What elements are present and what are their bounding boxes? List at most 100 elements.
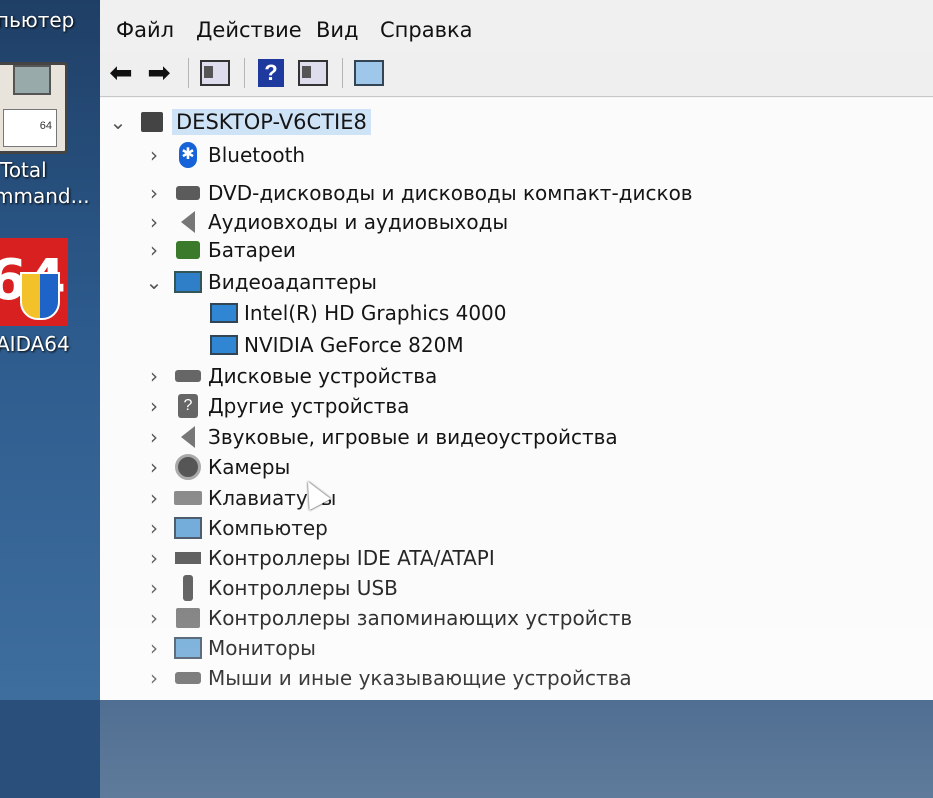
tree-item-label: Батареи: [208, 238, 296, 262]
chevron-right-icon[interactable]: ›: [144, 636, 164, 660]
action-pane-icon: [298, 60, 328, 86]
disk-drive-icon: [174, 364, 202, 388]
desktop-icon-label-computer[interactable]: пьютер: [0, 8, 74, 32]
display-adapter-icon: [174, 270, 202, 294]
tree-category-sound-video[interactable]: › Звуковые, игровые и видеоустройства: [144, 423, 618, 451]
device-manager-window: Файл Действие Вид Справка ⬅ ➡ ? ⌄ DESKTO…: [100, 0, 933, 798]
toolbar-separator: [342, 58, 343, 88]
device-tree[interactable]: ⌄ DESKTOP-V6CTIE8 › ✱ Bluetooth › DVD-ди…: [100, 98, 933, 798]
properties-icon: [200, 60, 230, 86]
tree-item-label: Мониторы: [208, 636, 316, 660]
mouse-icon: [174, 666, 202, 690]
bluetooth-icon: ✱: [174, 142, 202, 168]
back-icon: ⬅: [109, 57, 133, 88]
tree-category-computer[interactable]: › Компьютер: [144, 514, 328, 542]
tree-category-display-adapters[interactable]: ⌄ Видеоадаптеры: [144, 268, 377, 296]
chevron-right-icon[interactable]: ›: [144, 516, 164, 540]
tree-category-batteries[interactable]: › Батареи: [144, 236, 296, 264]
tree-item-label: Дисковые устройства: [208, 364, 438, 388]
tree-category-mice[interactable]: › Мыши и иные указывающие устройства: [144, 664, 632, 692]
properties-button[interactable]: [200, 58, 230, 88]
speaker-icon: [174, 210, 202, 234]
menu-help[interactable]: Справка: [380, 18, 473, 42]
floppy-label: 64: [3, 109, 57, 147]
computer-icon: [174, 516, 202, 540]
tree-root[interactable]: ⌄ DESKTOP-V6CTIE8: [108, 108, 371, 136]
tree-device-nvidia[interactable]: NVIDIA GeForce 820M: [210, 331, 464, 359]
speaker-icon: [174, 425, 202, 449]
tree-item-label: Камеры: [208, 455, 291, 479]
toolbar-separator: [188, 58, 189, 88]
tree-item-label: Bluetooth: [208, 143, 306, 167]
toolbar: ⬅ ➡ ?: [100, 52, 933, 97]
chevron-right-icon[interactable]: ›: [144, 666, 164, 690]
chevron-right-icon[interactable]: ›: [144, 455, 164, 479]
unknown-device-icon: ?: [174, 394, 202, 418]
tree-category-cameras[interactable]: › Камеры: [144, 453, 290, 481]
floppy-label-text: 64: [39, 120, 52, 132]
scan-hardware-icon: [354, 60, 384, 86]
tree-item-label: Звуковые, игровые и видеоустройства: [208, 425, 618, 449]
chevron-right-icon[interactable]: ›: [144, 394, 164, 418]
dvd-drive-icon: [174, 181, 202, 205]
help-button[interactable]: ?: [256, 58, 286, 88]
tree-category-monitors[interactable]: › Мониторы: [144, 634, 316, 662]
chevron-right-icon[interactable]: ›: [144, 576, 164, 600]
shield-icon: [20, 272, 60, 320]
tree-item-label: Контроллеры IDE ATA/ATAPI: [208, 546, 495, 570]
display-adapter-icon: [210, 301, 238, 325]
chevron-right-icon[interactable]: ›: [144, 238, 164, 262]
tree-item-label: DVD-дисководы и дисководы компакт-дисков: [208, 181, 693, 205]
display-adapter-icon: [210, 333, 238, 357]
chevron-right-icon[interactable]: ›: [144, 143, 164, 167]
usb-icon: [174, 575, 202, 601]
storage-controller-icon: [174, 606, 202, 630]
tree-item-label: Контроллеры запоминающих устройств: [208, 606, 633, 630]
chevron-right-icon[interactable]: ›: [144, 546, 164, 570]
tree-category-bluetooth[interactable]: › ✱ Bluetooth: [144, 141, 305, 169]
desktop-icon-label-commander[interactable]: mmand...: [0, 184, 90, 208]
action-pane-button[interactable]: [298, 58, 328, 88]
chevron-right-icon[interactable]: ›: [144, 486, 164, 510]
menu-action[interactable]: Действие: [196, 18, 302, 42]
chevron-down-icon[interactable]: ⌄: [144, 270, 164, 294]
chevron-down-icon[interactable]: ⌄: [108, 110, 128, 134]
tree-item-label: Компьютер: [208, 516, 328, 540]
tree-category-disk-drives[interactable]: › Дисковые устройства: [144, 362, 437, 390]
tree-root-label: DESKTOP-V6CTIE8: [172, 109, 371, 135]
tree-category-usb[interactable]: › Контроллеры USB: [144, 574, 398, 602]
tree-category-ide[interactable]: › Контроллеры IDE ATA/ATAPI: [144, 544, 495, 572]
tree-category-audio-io[interactable]: › Аудиовходы и аудиовыходы: [144, 208, 508, 236]
tree-category-dvd[interactable]: › DVD-дисководы и дисководы компакт-диск…: [144, 179, 693, 207]
total-commander-icon[interactable]: 64: [0, 62, 68, 154]
chevron-right-icon[interactable]: ›: [144, 606, 164, 630]
desktop-icon-label-aida64[interactable]: AIDA64: [0, 332, 70, 356]
forward-icon: ➡: [147, 57, 171, 88]
tree-category-other-devices[interactable]: › ? Другие устройства: [144, 392, 409, 420]
chevron-right-icon[interactable]: ›: [144, 425, 164, 449]
aida64-icon[interactable]: 64: [0, 238, 68, 326]
scan-hardware-button[interactable]: [354, 58, 384, 88]
tree-item-label: Контроллеры USB: [208, 576, 398, 600]
tree-device-intel-hd[interactable]: Intel(R) HD Graphics 4000: [210, 299, 507, 327]
tree-category-storage-controllers[interactable]: › Контроллеры запоминающих устройств: [144, 604, 632, 632]
chevron-right-icon[interactable]: ›: [144, 210, 164, 234]
camera-icon: [174, 454, 202, 480]
tree-item-label: Другие устройства: [208, 394, 410, 418]
floppy-shutter: [13, 65, 51, 95]
forward-button[interactable]: ➡: [144, 58, 174, 88]
tree-item-label: Аудиовходы и аудиовыходы: [208, 210, 509, 234]
desktop-icon-label-total[interactable]: Total: [0, 158, 47, 182]
chevron-right-icon[interactable]: ›: [144, 364, 164, 388]
back-button[interactable]: ⬅: [106, 58, 136, 88]
tree-item-label: Мыши и иные указывающие устройства: [208, 666, 632, 690]
help-icon: ?: [258, 59, 284, 87]
menu-file[interactable]: Файл: [116, 18, 174, 42]
battery-icon: [174, 238, 202, 262]
toolbar-separator: [244, 58, 245, 88]
tree-item-label: Intel(R) HD Graphics 4000: [244, 301, 507, 325]
monitor-icon: [174, 636, 202, 660]
desktop-background: пьютер 64 Total mmand... 64 AIDA64: [0, 0, 100, 700]
menu-view[interactable]: Вид: [316, 18, 359, 42]
chevron-right-icon[interactable]: ›: [144, 181, 164, 205]
